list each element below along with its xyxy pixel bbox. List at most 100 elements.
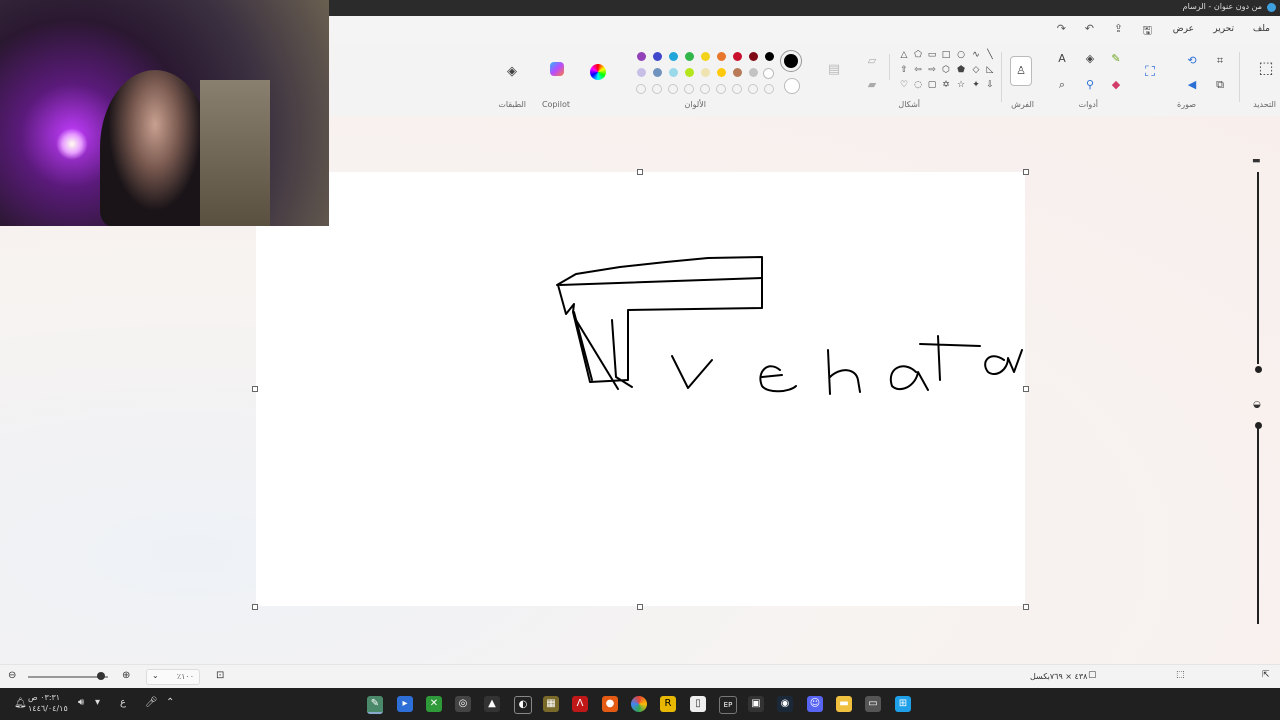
app-taskbar-icon[interactable]: ▦ [543,696,559,712]
eraser-icon[interactable]: ◆ [1108,78,1124,91]
rounded-rectangle-shape-icon[interactable]: ▭ [926,50,938,60]
image-select-icon[interactable]: ⛶ [1142,64,1158,80]
app-taskbar-icon[interactable]: ● [602,696,618,712]
triangle-shape-icon[interactable]: △ [898,50,910,60]
undo-icon[interactable]: ↶ [1085,22,1094,35]
color-swatch[interactable] [701,68,710,77]
app-taskbar-icon[interactable]: ▸ [397,696,413,712]
zoom-slider-track[interactable] [28,676,108,678]
brush-icon[interactable]: ♙ [1010,56,1032,86]
color-swatch[interactable] [765,52,774,61]
shape-outline-icon[interactable]: ▱ [864,54,880,67]
rectangle-shape-icon[interactable]: □ [940,50,952,60]
six-point-star-shape-icon[interactable]: ✡ [940,80,952,90]
clock-date[interactable]: ١٤٤٦/٠٤/١٥ [28,704,68,713]
paint-taskbar-icon[interactable]: ✎ [367,696,383,714]
color-swatch[interactable] [684,84,694,94]
copilot-icon[interactable] [550,62,564,76]
fit-to-window-icon[interactable]: ⊡ [216,670,224,681]
layers-icon[interactable]: ◈ [504,64,520,79]
color-swatch[interactable] [669,52,678,61]
menu-edit[interactable]: تحرير [1213,24,1234,34]
selection-icon[interactable]: ⬚ [1258,58,1274,77]
text-icon[interactable]: A [1054,52,1070,65]
primary-color-ring[interactable] [780,50,802,72]
start-icon[interactable]: ⊞ [895,696,911,712]
task-view-icon[interactable]: ▭ [865,696,881,712]
drawing-canvas[interactable] [256,172,1025,606]
app-taskbar-icon[interactable]: ◎ [455,696,471,712]
color-swatch[interactable] [653,68,662,77]
crop-icon[interactable]: ⌗ [1212,54,1228,68]
canvas-resize-handle-top[interactable] [637,169,643,175]
input-language[interactable]: ع [120,697,126,708]
magnifier-icon[interactable]: ⌕ [1054,78,1070,92]
clock-time[interactable]: ٠٣:٣١ ص [28,693,60,702]
hexagon-shape-icon[interactable]: ⬡ [940,65,952,75]
share-icon[interactable]: ⇪ [1114,22,1123,35]
color-swatch[interactable] [733,68,742,77]
color-swatch[interactable] [669,68,678,77]
callout-rect-shape-icon[interactable]: ▢ [926,80,938,90]
color-swatch[interactable] [749,52,758,61]
color-swatch[interactable] [764,84,774,94]
discord-icon[interactable]: ☺ [807,696,823,712]
color-picker-icon[interactable]: ⚲ [1082,78,1098,91]
polygon-shape-icon[interactable]: ⬠ [912,50,924,60]
canvas-resize-handle-bottom[interactable] [637,604,643,610]
callout-oval-shape-icon[interactable]: ◌ [912,80,924,90]
opacity-slider-track[interactable] [1257,428,1259,624]
heart-shape-icon[interactable]: ♡ [898,80,910,90]
brush-size-slider-track[interactable] [1257,172,1259,364]
steam-icon[interactable]: ◉ [777,696,793,712]
volume-icon[interactable]: 🔊︎ [78,697,84,708]
color-swatch[interactable] [668,84,678,94]
shape-style-icon[interactable]: ▤ [826,62,842,77]
canvas-resize-handle-bottom-right[interactable] [1023,604,1029,610]
app-taskbar-icon[interactable]: ▣ [748,696,764,712]
chrome-icon[interactable] [631,696,647,712]
canvas-resize-handle-bottom-left[interactable] [252,604,258,610]
color-swatch[interactable] [637,68,646,77]
canvas-resize-handle-top-right[interactable] [1023,169,1029,175]
pentagon-shape-icon[interactable]: ⬟ [955,65,967,75]
color-swatch[interactable] [717,68,726,77]
oval-shape-icon[interactable]: ○ [955,50,967,60]
xbox-icon[interactable]: ✕ [426,696,442,712]
file-explorer-icon[interactable]: ▬ [836,696,852,712]
shape-fill-icon[interactable]: ▰ [864,78,880,91]
app-taskbar-icon[interactable]: Λ [572,696,588,712]
epic-games-icon[interactable]: EP [719,696,737,714]
canvas-resize-handle-left[interactable] [252,386,258,392]
color-swatch[interactable] [701,52,710,61]
tray-overflow-icon[interactable]: ⌃ [166,697,174,708]
color-swatch[interactable] [733,52,742,61]
color-swatch[interactable] [732,84,742,94]
zoom-in-icon[interactable]: ⊕ [122,670,130,681]
app-taskbar-icon[interactable]: ▲ [484,696,500,712]
right-triangle-shape-icon[interactable]: ◺ [984,65,996,75]
app-taskbar-icon[interactable]: R [660,696,676,712]
canvas-resize-handle-right[interactable] [1023,386,1029,392]
color-swatch[interactable] [763,68,774,79]
color-swatch[interactable] [749,68,758,77]
color-swatch[interactable] [636,84,646,94]
color-swatch[interactable] [700,84,710,94]
fill-icon[interactable]: ◈ [1082,52,1098,65]
file-icon[interactable]: ▯ [690,696,706,712]
arrow-up-shape-icon[interactable]: ⇧ [898,65,910,75]
color-swatch[interactable] [716,84,726,94]
color-swatch[interactable] [685,52,694,61]
wifi-icon[interactable]: ▾ [95,697,100,708]
color-swatch[interactable] [685,68,694,77]
arrow-down-shape-icon[interactable]: ⇩ [984,80,996,90]
diamond-shape-icon[interactable]: ◇ [970,65,982,75]
zoom-level-select[interactable]: ⌄ ٪١٠٠ [146,669,200,685]
color-swatch[interactable] [637,52,646,61]
app-taskbar-icon[interactable]: ◐ [514,696,532,714]
arrow-left-shape-icon[interactable]: ⇦ [912,65,924,75]
zoom-out-icon[interactable]: ⊖ [8,670,16,681]
microphone-icon[interactable]: 🎤︎ [145,697,158,708]
pencil-icon[interactable]: ✎ [1108,52,1124,65]
curve-shape-icon[interactable]: ∿ [970,50,982,60]
